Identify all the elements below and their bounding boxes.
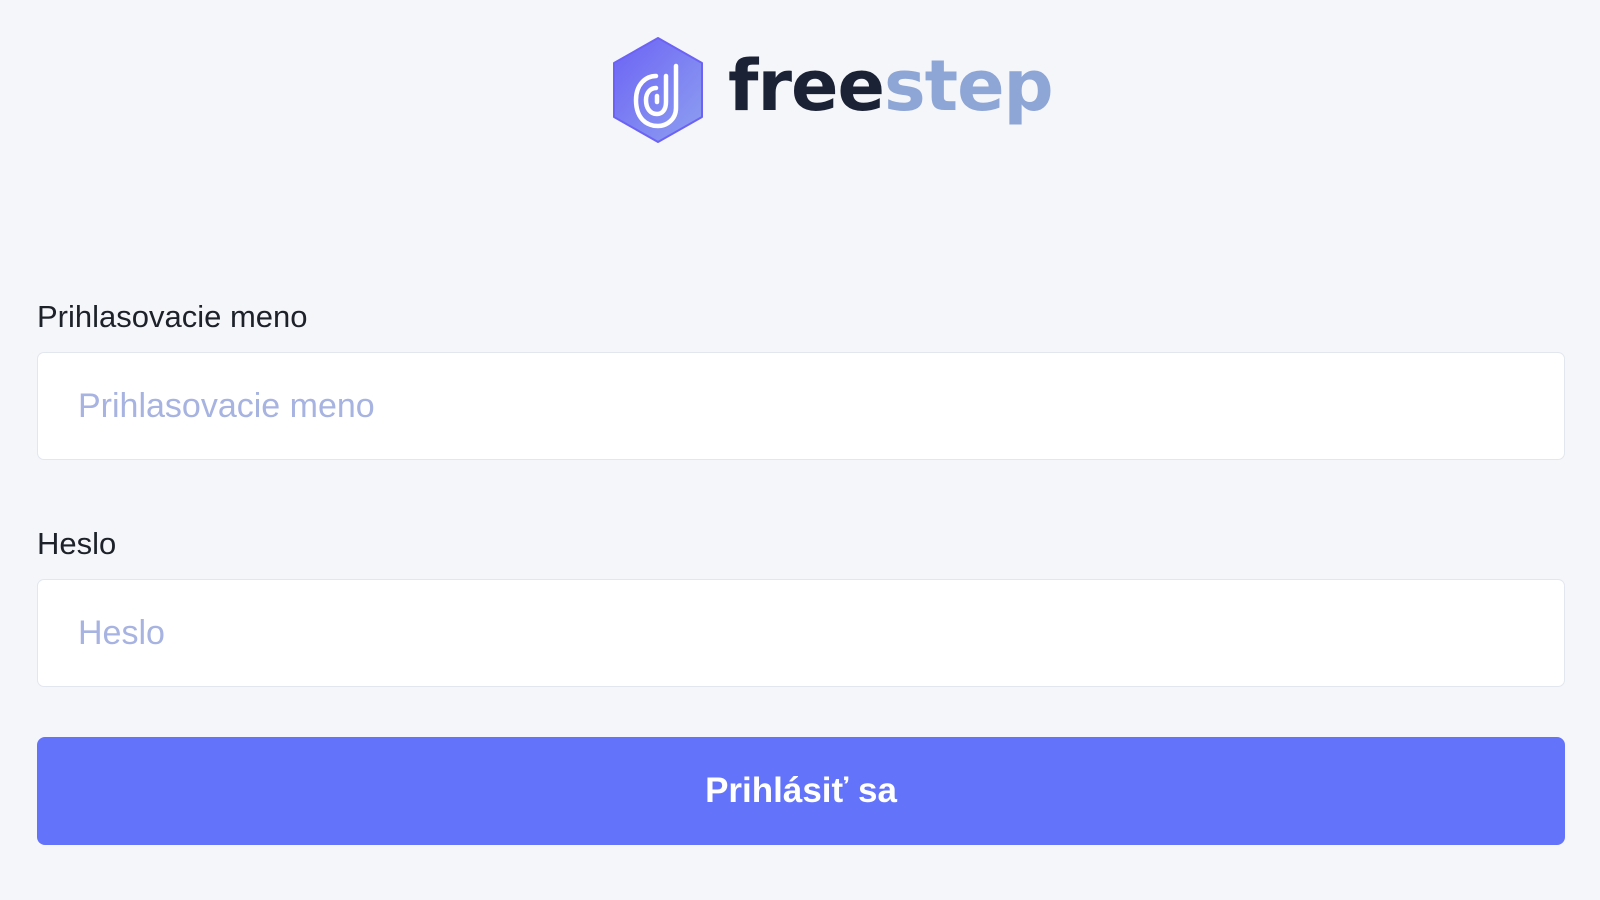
login-form: Prihlasovacie meno Heslo Prihlásiť sa — [37, 292, 1565, 845]
field-spacer — [37, 460, 1565, 519]
brand-logo: freestep — [610, 34, 1054, 146]
password-label: Heslo — [37, 526, 117, 561]
password-input[interactable] — [37, 579, 1565, 687]
brand-name-part2: step — [883, 45, 1054, 127]
brand-name-part1: free — [728, 45, 885, 127]
login-page: freestep Prihlasovacie meno Heslo Prihlá… — [0, 0, 1600, 900]
login-button[interactable]: Prihlásiť sa — [37, 737, 1565, 845]
brand-wordmark: freestep — [728, 51, 1054, 121]
username-input[interactable] — [37, 352, 1565, 460]
username-label: Prihlasovacie meno — [37, 299, 308, 334]
freestep-hexagon-logo-icon — [613, 37, 703, 143]
